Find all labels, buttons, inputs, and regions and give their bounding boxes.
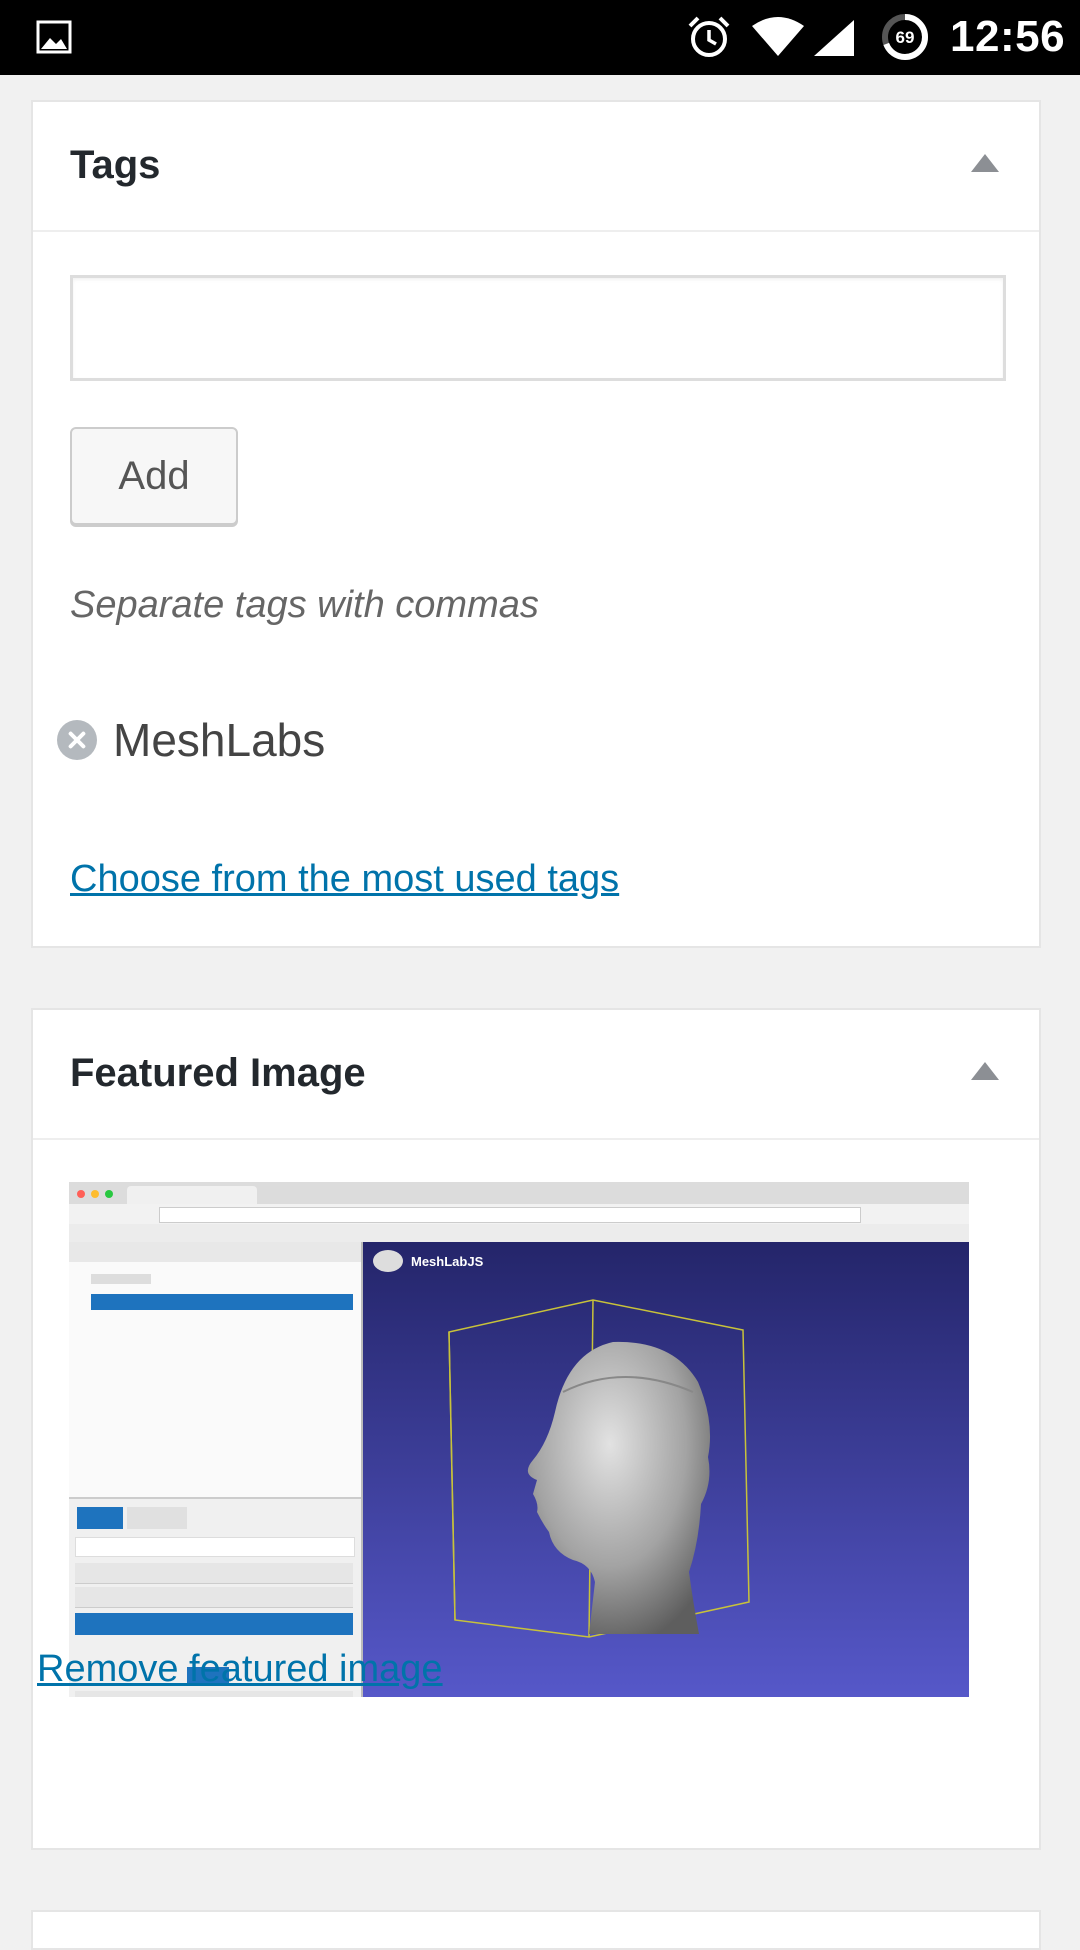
tags-hint: Separate tags with commas [70, 584, 539, 626]
tags-panel-title: Tags [70, 143, 161, 187]
featured-image-panel-header[interactable]: Featured Image [33, 1010, 1039, 1140]
image-3d-viewport: MeshLabJS [363, 1242, 969, 1697]
image-left-panel [69, 1242, 363, 1697]
image-browser-urlbar [69, 1204, 969, 1224]
battery-icon: 69 [880, 12, 930, 62]
signal-icon [814, 20, 854, 56]
status-bar: 69 12:56 [0, 0, 1080, 75]
tags-panel: Tags Add Separate tags with commas MeshL… [31, 100, 1041, 948]
gallery-icon [36, 20, 72, 54]
alarm-icon [688, 16, 730, 57]
most-used-tags-link[interactable]: Choose from the most used tags [70, 854, 619, 904]
collapse-arrow-icon[interactable] [971, 1062, 999, 1080]
featured-image[interactable]: MeshLabJS [69, 1182, 969, 1697]
image-browser-bookmarks [69, 1224, 969, 1243]
tags-panel-header[interactable]: Tags [33, 102, 1039, 232]
tag-label: MeshLabs [113, 714, 326, 766]
wifi-icon [752, 17, 804, 56]
featured-image-panel-title: Featured Image [70, 1051, 366, 1095]
add-tag-button[interactable]: Add [70, 427, 238, 525]
tag-input[interactable] [70, 275, 1006, 381]
head-model-icon [448, 1299, 750, 1638]
remove-featured-image-link[interactable]: Remove featured image [37, 1644, 443, 1694]
battery-level: 69 [896, 28, 915, 47]
next-panel [31, 1910, 1041, 1950]
status-time: 12:56 [950, 12, 1066, 61]
image-browser-tabbar [69, 1182, 969, 1204]
collapse-arrow-icon[interactable] [971, 154, 999, 172]
remove-tag-icon[interactable] [57, 720, 97, 760]
